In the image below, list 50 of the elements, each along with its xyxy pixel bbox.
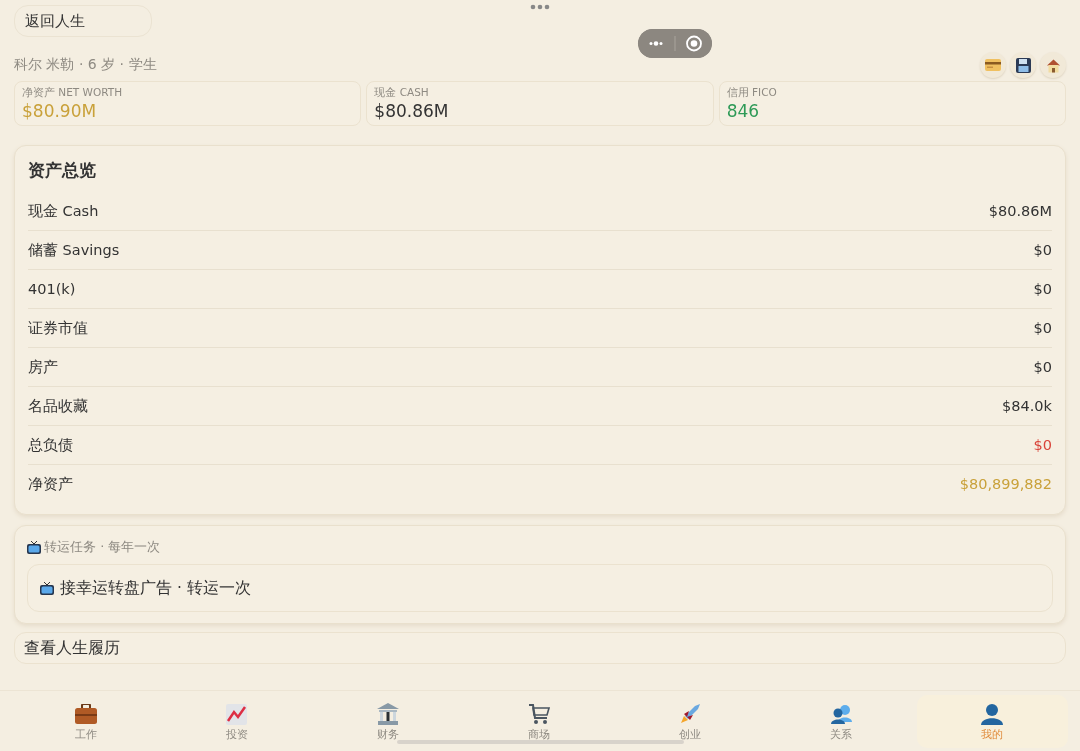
asset-label: 名品收藏 [28,396,88,416]
card-button[interactable] [980,52,1006,78]
asset-value: $84.0k [1002,398,1052,414]
tab[interactable]: 财务 [312,695,464,748]
credit-card-icon [985,59,1001,71]
save-button[interactable] [1010,52,1036,78]
stat-label: 信用 FICO [726,86,778,100]
asset-label: 净资产 [28,474,73,494]
lucky-ad-button[interactable]: 接幸运转盘广告 · 转运一次 [27,564,1053,612]
tab[interactable]: 工作 [10,695,162,748]
more-icon[interactable] [530,4,550,10]
television-icon [27,540,41,554]
stat-label: 净资产 NET WORTH [22,86,124,100]
house-icon [1045,57,1061,73]
asset-value: $0 [1033,437,1052,453]
asset-label: 401(k) [28,281,76,297]
asset-value: $0 [1033,242,1052,258]
television-icon [40,581,54,595]
tab[interactable]: 投资 [161,695,313,748]
person-icon [981,703,1004,725]
asset-value: $0 [1033,320,1052,336]
tab[interactable]: 商场 [463,695,615,748]
asset-label: 储蓄 Savings [28,240,120,260]
stat-value: $80.90M [22,101,98,121]
bank-icon [376,703,399,725]
tab[interactable]: 创业 [614,695,766,748]
tab[interactable]: 我的 [916,695,1068,748]
capsule-menu[interactable] [638,29,712,58]
asset-value: $80.86M [988,203,1052,219]
card-title: 资产总览 [28,159,97,182]
life-history-button[interactable]: 查看人生履历 [14,632,1066,664]
stat-value: $80.86M [374,101,450,121]
tab[interactable]: 关系 [765,695,917,748]
people-icon [830,704,853,724]
asset-value: $0 [1033,281,1052,297]
home-button[interactable] [1040,52,1066,78]
back-button[interactable]: 返回人生 [14,5,152,37]
shopping-cart-icon [528,703,550,725]
stat-label: 现金 CASH [374,86,430,100]
briefcase-icon [74,704,97,724]
asset-label: 现金 Cash [28,201,99,221]
rocket-icon [679,703,702,725]
asset-label: 房产 [28,357,58,377]
asset-value: $80,899,882 [959,476,1052,492]
stat-value: 846 [726,101,761,121]
asset-label: 证券市值 [28,318,88,338]
asset-value: $0 [1033,359,1052,375]
chart-icon [226,703,248,725]
profile-summary: 科尔 米勒 · 6 岁 · 学生 [14,56,158,74]
asset-label: 总负债 [28,435,73,455]
